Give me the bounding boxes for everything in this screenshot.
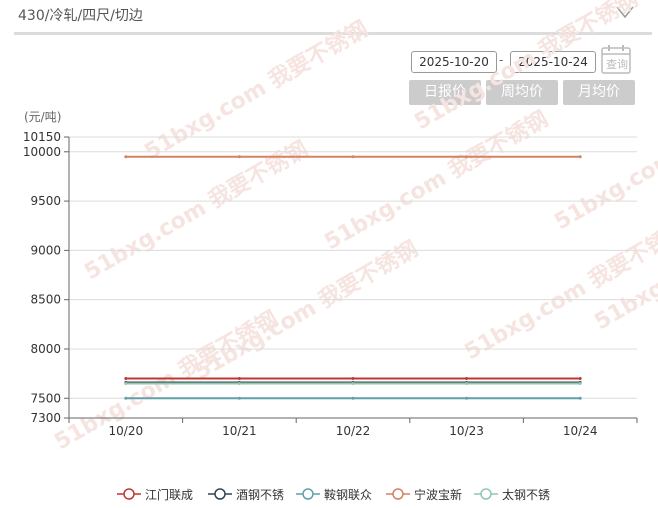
data-point[interactable]: [351, 155, 355, 159]
legend-item[interactable]: 宁波宝新: [386, 484, 462, 504]
legend-label: 鞍钢联众: [324, 487, 373, 502]
x-tick-label: 10/22: [336, 424, 371, 438]
watermark-text: 51bxg.com 我要不锈钢: [190, 236, 422, 385]
data-point[interactable]: [465, 396, 469, 400]
legend-item[interactable]: 太钢不锈: [474, 484, 550, 504]
x-tick-label: 10/23: [449, 424, 484, 438]
y-tick-label: 10000: [23, 145, 61, 159]
legend-label: 太钢不锈: [502, 487, 551, 502]
data-point[interactable]: [124, 155, 128, 159]
data-point[interactable]: [465, 377, 469, 381]
y-tick-label: 7500: [30, 391, 61, 405]
price-line-chart: 51bxg.com 我要不锈钢 51bxg.com 我要不锈钢51bxg.com …: [23, 0, 658, 455]
data-point[interactable]: [465, 381, 469, 385]
legend-item[interactable]: 江门联成: [117, 484, 193, 504]
y-axis-label: (元/吨): [24, 110, 61, 124]
watermark-text: 51bxg.com 我要不锈钢: [140, 16, 372, 165]
y-tick-label: 8000: [30, 342, 61, 356]
y-tick-label: 7300: [30, 411, 61, 425]
legend-label: 宁波宝新: [414, 487, 463, 502]
legend-item[interactable]: 鞍钢联众: [296, 484, 372, 504]
data-point[interactable]: [465, 155, 469, 159]
legend-label: 酒钢不锈: [236, 487, 285, 502]
data-point[interactable]: [578, 396, 582, 400]
data-point[interactable]: [578, 155, 582, 159]
grid-lines: [69, 136, 637, 399]
data-point[interactable]: [237, 155, 241, 159]
watermark-text: 51bxg.com 我要不锈钢: [550, 86, 658, 235]
legend-marker-icon: [386, 488, 410, 500]
data-point[interactable]: [124, 377, 128, 381]
y-tick-label: 9000: [30, 243, 61, 257]
y-tick-label: 9500: [30, 194, 61, 208]
x-tick-label: 10/21: [222, 424, 257, 438]
x-tick-label: 10/20: [109, 424, 144, 438]
data-point[interactable]: [237, 377, 241, 381]
legend: 江门联成 酒钢不锈 鞍钢联众 宁波宝新 太钢不锈: [0, 484, 658, 504]
data-point[interactable]: [351, 377, 355, 381]
y-tick-label: 10150: [23, 130, 61, 144]
x-tick-label: 10/24: [563, 424, 598, 438]
legend-marker-icon: [296, 488, 320, 500]
legend-label: 江门联成: [145, 487, 194, 502]
y-tick-label: 8500: [30, 293, 61, 307]
data-point[interactable]: [237, 396, 241, 400]
data-point[interactable]: [578, 381, 582, 385]
legend-item[interactable]: 酒钢不锈: [208, 484, 284, 504]
data-point[interactable]: [351, 381, 355, 385]
legend-marker-icon: [208, 488, 232, 500]
legend-marker-icon: [117, 488, 141, 500]
data-point[interactable]: [237, 381, 241, 385]
data-point[interactable]: [124, 396, 128, 400]
legend-marker-icon: [474, 488, 498, 500]
data-point[interactable]: [351, 396, 355, 400]
watermark-layer: 51bxg.com 我要不锈钢 51bxg.com 我要不锈钢51bxg.com …: [50, 0, 658, 455]
watermark-text: 51bxg.com 我要不锈钢: [80, 136, 312, 285]
data-point[interactable]: [578, 377, 582, 381]
data-point[interactable]: [124, 381, 128, 385]
watermark-text: 51bxg.com 我要不锈钢: [320, 106, 552, 255]
